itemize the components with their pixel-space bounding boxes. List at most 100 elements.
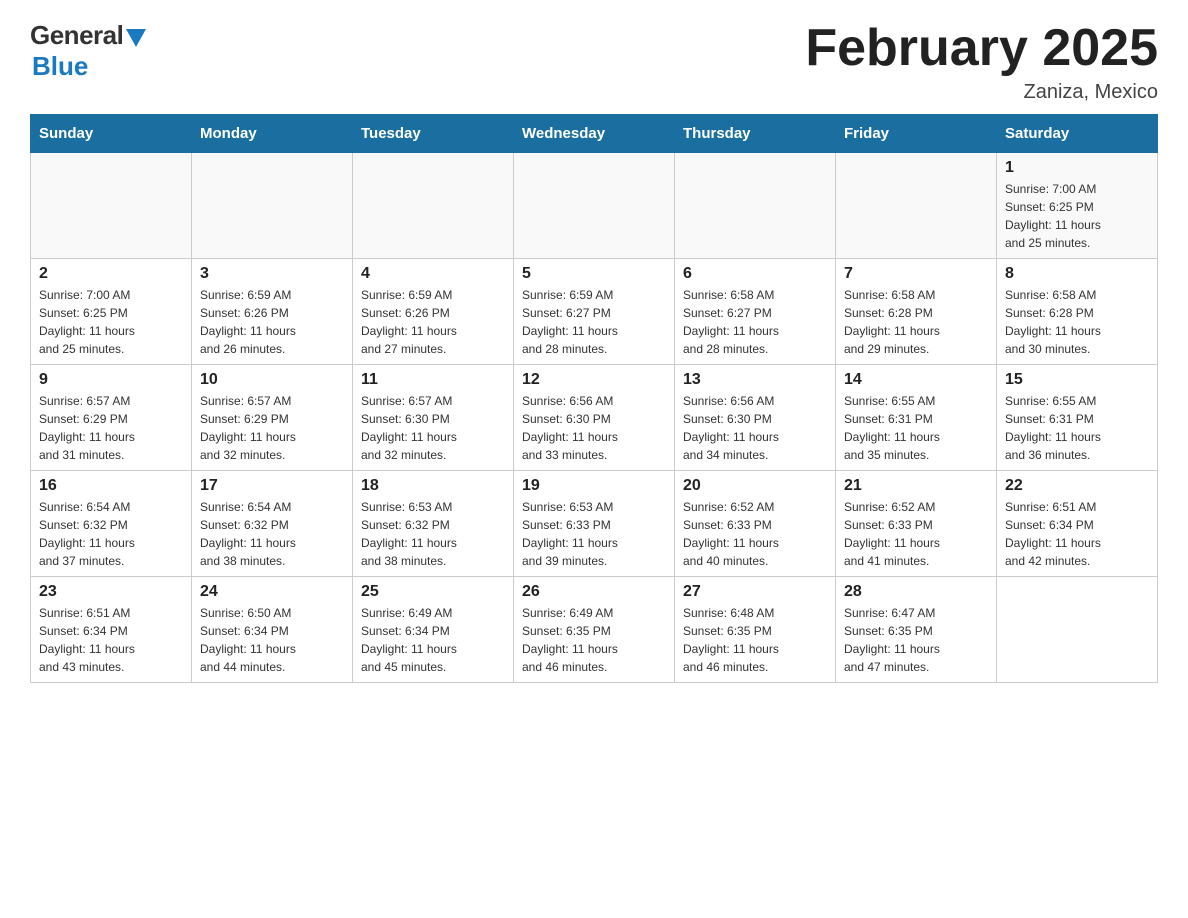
day-cell: 10 Sunrise: 6:57 AMSunset: 6:29 PMDayligh… bbox=[192, 365, 353, 471]
day-number: 17 bbox=[200, 477, 344, 495]
day-number: 6 bbox=[683, 265, 827, 283]
day-cell: 8 Sunrise: 6:58 AMSunset: 6:28 PMDaylight… bbox=[997, 259, 1158, 365]
empty-cell bbox=[675, 153, 836, 259]
day-info: Sunrise: 6:55 AMSunset: 6:31 PMDaylight:… bbox=[844, 392, 988, 464]
logo-triangle-icon bbox=[126, 29, 146, 47]
day-cell: 21 Sunrise: 6:52 AMSunset: 6:33 PMDayligh… bbox=[836, 471, 997, 577]
day-number: 15 bbox=[1005, 371, 1149, 389]
day-info: Sunrise: 6:48 AMSunset: 6:35 PMDaylight:… bbox=[683, 604, 827, 676]
calendar-title: February 2025 bbox=[805, 20, 1158, 77]
day-info: Sunrise: 6:52 AMSunset: 6:33 PMDaylight:… bbox=[844, 498, 988, 570]
day-header-tuesday: Tuesday bbox=[353, 115, 514, 153]
day-cell: 7 Sunrise: 6:58 AMSunset: 6:28 PMDaylight… bbox=[836, 259, 997, 365]
day-header-thursday: Thursday bbox=[675, 115, 836, 153]
day-number: 11 bbox=[361, 371, 505, 389]
day-number: 2 bbox=[39, 265, 183, 283]
day-cell: 18Sunrise: 6:53 AMSunset: 6:32 PMDayligh… bbox=[353, 471, 514, 577]
day-info: Sunrise: 6:56 AMSunset: 6:30 PMDaylight:… bbox=[522, 392, 666, 464]
day-info: Sunrise: 6:54 AMSunset: 6:32 PMDaylight:… bbox=[39, 498, 183, 570]
empty-cell bbox=[836, 153, 997, 259]
calendar-week-row: 1 Sunrise: 7:00 AMSunset: 6:25 PMDaylight… bbox=[31, 153, 1158, 259]
day-info: Sunrise: 6:47 AMSunset: 6:35 PMDaylight:… bbox=[844, 604, 988, 676]
day-cell: 20Sunrise: 6:52 AMSunset: 6:33 PMDayligh… bbox=[675, 471, 836, 577]
day-cell: 23 Sunrise: 6:51 AMSunset: 6:34 PMDayligh… bbox=[31, 577, 192, 683]
calendar-week-row: 16 Sunrise: 6:54 AMSunset: 6:32 PMDayligh… bbox=[31, 471, 1158, 577]
day-number: 21 bbox=[844, 477, 988, 495]
day-number: 22 bbox=[1005, 477, 1149, 495]
day-info: Sunrise: 6:51 AMSunset: 6:34 PMDaylight:… bbox=[1005, 498, 1149, 570]
day-info: Sunrise: 6:58 AMSunset: 6:28 PMDaylight:… bbox=[844, 286, 988, 358]
empty-cell bbox=[353, 153, 514, 259]
day-cell: 4 Sunrise: 6:59 AMSunset: 6:26 PMDaylight… bbox=[353, 259, 514, 365]
calendar-week-row: 9 Sunrise: 6:57 AMSunset: 6:29 PMDaylight… bbox=[31, 365, 1158, 471]
day-number: 13 bbox=[683, 371, 827, 389]
day-number: 9 bbox=[39, 371, 183, 389]
day-info: Sunrise: 6:49 AMSunset: 6:34 PMDaylight:… bbox=[361, 604, 505, 676]
day-info: Sunrise: 7:00 AMSunset: 6:25 PMDaylight:… bbox=[1005, 180, 1149, 252]
day-number: 4 bbox=[361, 265, 505, 283]
calendar-location: Zaniza, Mexico bbox=[805, 81, 1158, 104]
calendar-header-row: SundayMondayTuesdayWednesdayThursdayFrid… bbox=[31, 115, 1158, 153]
day-number: 26 bbox=[522, 583, 666, 601]
day-number: 25 bbox=[361, 583, 505, 601]
day-info: Sunrise: 7:00 AMSunset: 6:25 PMDaylight:… bbox=[39, 286, 183, 358]
day-number: 12 bbox=[522, 371, 666, 389]
day-info: Sunrise: 6:59 AMSunset: 6:27 PMDaylight:… bbox=[522, 286, 666, 358]
title-section: February 2025 Zaniza, Mexico bbox=[805, 20, 1158, 104]
day-number: 10 bbox=[200, 371, 344, 389]
day-cell: 27 Sunrise: 6:48 AMSunset: 6:35 PMDayligh… bbox=[675, 577, 836, 683]
day-cell: 5 Sunrise: 6:59 AMSunset: 6:27 PMDaylight… bbox=[514, 259, 675, 365]
day-info: Sunrise: 6:50 AMSunset: 6:34 PMDaylight:… bbox=[200, 604, 344, 676]
day-cell: 2 Sunrise: 7:00 AMSunset: 6:25 PMDaylight… bbox=[31, 259, 192, 365]
day-header-friday: Friday bbox=[836, 115, 997, 153]
day-info: Sunrise: 6:53 AMSunset: 6:32 PMDaylight:… bbox=[361, 498, 505, 570]
day-info: Sunrise: 6:56 AMSunset: 6:30 PMDaylight:… bbox=[683, 392, 827, 464]
day-number: 14 bbox=[844, 371, 988, 389]
day-cell: 12 Sunrise: 6:56 AMSunset: 6:30 PMDayligh… bbox=[514, 365, 675, 471]
day-cell: 13 Sunrise: 6:56 AMSunset: 6:30 PMDayligh… bbox=[675, 365, 836, 471]
day-cell: 6 Sunrise: 6:58 AMSunset: 6:27 PMDaylight… bbox=[675, 259, 836, 365]
day-number: 8 bbox=[1005, 265, 1149, 283]
day-cell: 24 Sunrise: 6:50 AMSunset: 6:34 PMDayligh… bbox=[192, 577, 353, 683]
day-info: Sunrise: 6:57 AMSunset: 6:29 PMDaylight:… bbox=[200, 392, 344, 464]
day-info: Sunrise: 6:49 AMSunset: 6:35 PMDaylight:… bbox=[522, 604, 666, 676]
day-number: 20 bbox=[683, 477, 827, 495]
empty-cell bbox=[192, 153, 353, 259]
day-cell: 28Sunrise: 6:47 AMSunset: 6:35 PMDayligh… bbox=[836, 577, 997, 683]
empty-cell bbox=[514, 153, 675, 259]
day-number: 23 bbox=[39, 583, 183, 601]
day-cell: 26 Sunrise: 6:49 AMSunset: 6:35 PMDayligh… bbox=[514, 577, 675, 683]
day-info: Sunrise: 6:51 AMSunset: 6:34 PMDaylight:… bbox=[39, 604, 183, 676]
day-cell: 25 Sunrise: 6:49 AMSunset: 6:34 PMDayligh… bbox=[353, 577, 514, 683]
page-header: General Blue February 2025 Zaniza, Mexic… bbox=[30, 20, 1158, 104]
day-cell: 22 Sunrise: 6:51 AMSunset: 6:34 PMDayligh… bbox=[997, 471, 1158, 577]
day-header-saturday: Saturday bbox=[997, 115, 1158, 153]
day-info: Sunrise: 6:58 AMSunset: 6:28 PMDaylight:… bbox=[1005, 286, 1149, 358]
day-info: Sunrise: 6:54 AMSunset: 6:32 PMDaylight:… bbox=[200, 498, 344, 570]
calendar-week-row: 2 Sunrise: 7:00 AMSunset: 6:25 PMDaylight… bbox=[31, 259, 1158, 365]
empty-cell bbox=[31, 153, 192, 259]
day-number: 27 bbox=[683, 583, 827, 601]
day-header-monday: Monday bbox=[192, 115, 353, 153]
day-cell: 11Sunrise: 6:57 AMSunset: 6:30 PMDayligh… bbox=[353, 365, 514, 471]
day-number: 5 bbox=[522, 265, 666, 283]
day-info: Sunrise: 6:55 AMSunset: 6:31 PMDaylight:… bbox=[1005, 392, 1149, 464]
day-number: 7 bbox=[844, 265, 988, 283]
day-cell: 17 Sunrise: 6:54 AMSunset: 6:32 PMDayligh… bbox=[192, 471, 353, 577]
day-info: Sunrise: 6:58 AMSunset: 6:27 PMDaylight:… bbox=[683, 286, 827, 358]
day-cell: 19 Sunrise: 6:53 AMSunset: 6:33 PMDayligh… bbox=[514, 471, 675, 577]
day-cell: 14 Sunrise: 6:55 AMSunset: 6:31 PMDayligh… bbox=[836, 365, 997, 471]
day-number: 24 bbox=[200, 583, 344, 601]
day-number: 16 bbox=[39, 477, 183, 495]
day-info: Sunrise: 6:59 AMSunset: 6:26 PMDaylight:… bbox=[361, 286, 505, 358]
calendar-week-row: 23 Sunrise: 6:51 AMSunset: 6:34 PMDayligh… bbox=[31, 577, 1158, 683]
day-cell: 1 Sunrise: 7:00 AMSunset: 6:25 PMDaylight… bbox=[997, 153, 1158, 259]
empty-cell bbox=[997, 577, 1158, 683]
logo-blue-text: Blue bbox=[32, 51, 88, 82]
day-number: 19 bbox=[522, 477, 666, 495]
day-info: Sunrise: 6:53 AMSunset: 6:33 PMDaylight:… bbox=[522, 498, 666, 570]
day-header-sunday: Sunday bbox=[31, 115, 192, 153]
calendar-table: SundayMondayTuesdayWednesdayThursdayFrid… bbox=[30, 114, 1158, 683]
logo-general-text: General bbox=[30, 20, 123, 51]
day-number: 1 bbox=[1005, 159, 1149, 177]
